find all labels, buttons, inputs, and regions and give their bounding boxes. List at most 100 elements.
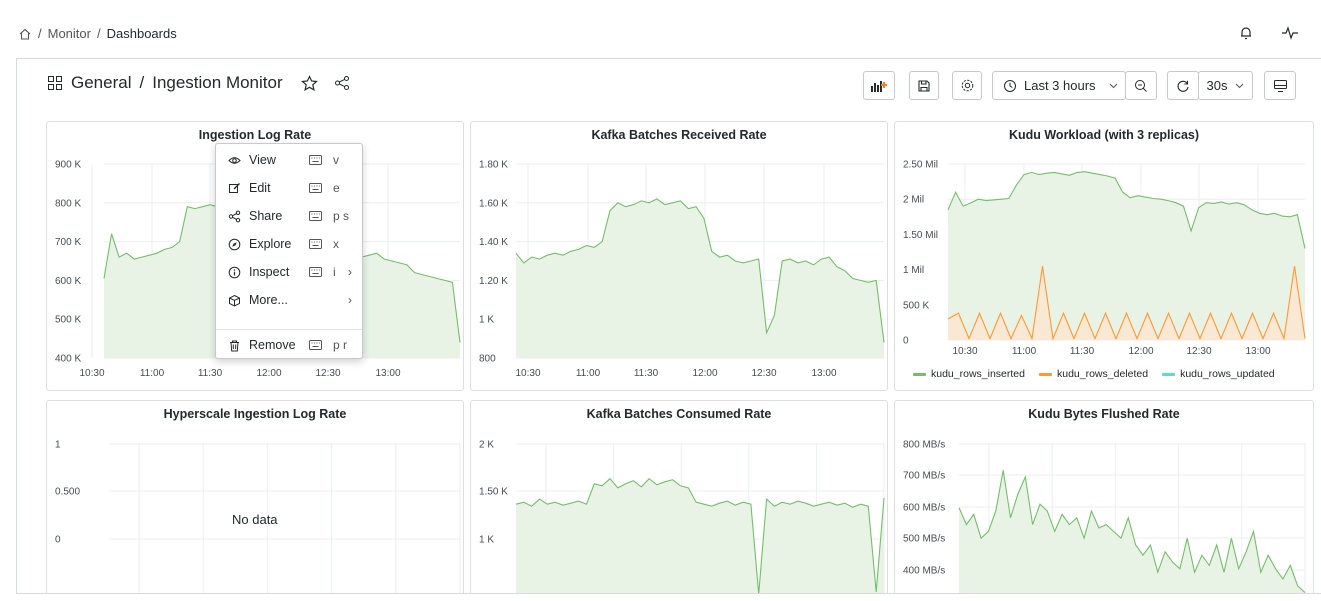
breadcrumb: / Monitor / Dashboards [18,26,177,41]
chevron-down-icon [1109,83,1117,88]
panel-kudu-workload[interactable]: Kudu Workload (with 3 replicas) 2.50 Mil… [894,121,1314,391]
panel-kudu-bytes-flushed-rate[interactable]: Kudu Bytes Flushed Rate 800 MB/s 700 MB/s… [894,400,1314,593]
x-tick-label: 12:00 [256,368,281,379]
y-tick-label: 1 [55,440,61,451]
panel-chart: 800 MB/s 700 MB/s 600 MB/s 500 MB/s 400 MB/s [903,440,1306,593]
chevron-down-icon [1236,83,1244,88]
x-tick-label: 11:30 [198,368,223,379]
save-icon [918,79,930,92]
home-icon[interactable] [18,27,32,41]
refresh-interval-label: 30s [1206,78,1228,93]
y-tick-label: 2.50 Mil [903,160,938,171]
menu-item-label: View [249,153,276,167]
legend-item[interactable]: kudu_rows_deleted [1038,368,1148,380]
menu-item-inspect[interactable]: Inspect i › [216,260,362,284]
legend-item[interactable]: kudu_rows_updated [1162,368,1275,380]
menu-item-shortcut: e [333,181,340,195]
breadcrumb-separator: / [96,26,101,41]
x-tick-label: 12:30 [751,368,776,379]
y-tick-label: 500 K [903,300,929,311]
y-tick-label: 0 [55,535,61,546]
star-icon[interactable] [300,74,318,92]
menu-item-shortcut: p s [333,209,350,223]
x-tick-label: 11:00 [140,368,165,379]
panel-kafka-batches-consumed-rate[interactable]: Kafka Batches Consumed Rate 2 K 1.50 K1 K [470,400,888,593]
dashboard-name[interactable]: Ingestion Monitor [152,73,282,93]
menu-item-label: Inspect [249,265,290,279]
breadcrumb-item-dashboards[interactable]: Dashboards [107,26,177,41]
panel-chart: 2.50 Mil 2 Mil 1.50 Mil 1 Mil 500 K 0 10:30 11:… [903,160,1306,357]
menu-item-explore[interactable]: Explore x [216,232,362,256]
menu-item-more[interactable]: More... › [216,288,362,312]
menu-item-share[interactable]: Share p s [216,204,362,228]
x-tick-label: 11:00 [1012,346,1037,357]
activity-icon[interactable] [1281,25,1299,41]
panel-hyperscale-ingestion-log-rate[interactable]: Hyperscale Ingestion Log Rate 1 0.500 0 No… [46,400,464,593]
y-tick-label: 0 [903,336,909,347]
cube-icon [229,294,240,307]
bell-icon[interactable] [1238,25,1254,41]
x-tick-label: 13:00 [811,368,836,379]
x-tick-label: 11:30 [1070,346,1095,357]
menu-item-shortcut: p r [333,338,348,352]
dashboard-settings-button[interactable] [952,71,982,100]
panel-chart: 1 0.500 0 [55,440,461,593]
time-range-picker[interactable]: Last 3 hours [992,71,1126,100]
menu-divider [216,329,362,330]
tv-mode-button[interactable] [1264,71,1296,100]
y-tick-label: 1.50 Mil [903,230,938,241]
breadcrumb-item-monitor[interactable]: Monitor [48,26,91,41]
apps-grid-icon [48,76,62,90]
panel-chart: 2 K 1.50 K 1 K [479,440,885,593]
dashboard-folder-link[interactable]: General [71,73,131,93]
share-icon [228,210,241,222]
y-tick-label: 2 Mil [903,195,924,206]
keyboard-icon [309,211,322,221]
x-tick-label: 12:00 [692,368,717,379]
menu-item-label: Edit [249,181,271,195]
keyboard-icon [309,155,322,165]
x-tick-label: 13:00 [1245,346,1270,357]
menu-item-remove[interactable]: Remove p r [216,333,362,357]
y-tick-label: 800 [479,354,496,365]
panel-chart: 1.80 K 1.60 K 1.40 K 1.20 K 1 K 800 10:30 11:00… [479,160,885,379]
y-tick-label: 1.20 K [479,276,508,287]
time-range-label: Last 3 hours [1024,78,1096,93]
menu-item-label: Share [249,209,283,223]
menu-item-shortcut: x [333,237,339,251]
chevron-right-icon: › [348,293,352,307]
keyboard-icon [309,340,322,350]
chart-legend: kudu_rows_inserted kudu_rows_deleted kud… [913,368,1275,380]
x-tick-label: 12:00 [1128,346,1153,357]
refresh-button[interactable] [1167,71,1199,100]
keyboard-icon [309,183,322,193]
menu-item-shortcut: i [333,265,336,279]
breadcrumb-separator: / [38,26,42,41]
add-panel-button[interactable] [863,71,895,100]
menu-item-view[interactable]: View v [216,148,362,172]
save-dashboard-button[interactable] [909,71,939,100]
share-icon[interactable] [334,75,350,91]
eye-icon [228,156,241,164]
y-tick-label: 2 K [479,440,494,451]
y-tick-label: 500 MB/s [903,534,945,545]
y-tick-label: 400 K [55,354,81,365]
y-tick-label: 1.50 K [479,487,508,498]
x-tick-label: 10:30 [952,346,977,357]
zoom-out-button[interactable] [1125,71,1157,100]
y-tick-label: 600 K [55,276,81,287]
y-tick-label: 500 K [55,315,81,326]
legend-swatch [1162,372,1176,376]
panel-kafka-batches-received-rate[interactable]: Kafka Batches Received Rate 1.80 K 1.60 K… [470,121,888,391]
y-tick-label: 1 K [479,315,494,326]
refresh-interval-picker[interactable]: 30s [1198,71,1253,100]
x-tick-label: 11:30 [634,368,659,379]
menu-item-shortcut: v [333,153,339,167]
series-area [516,198,884,358]
keyboard-icon [309,267,322,277]
legend-item[interactable]: kudu_rows_inserted [913,368,1025,380]
y-tick-label: 1 Mil [903,265,924,276]
x-tick-label: 11:00 [576,368,601,379]
y-tick-label: 400 MB/s [903,566,945,577]
menu-item-edit[interactable]: Edit e [216,176,362,200]
